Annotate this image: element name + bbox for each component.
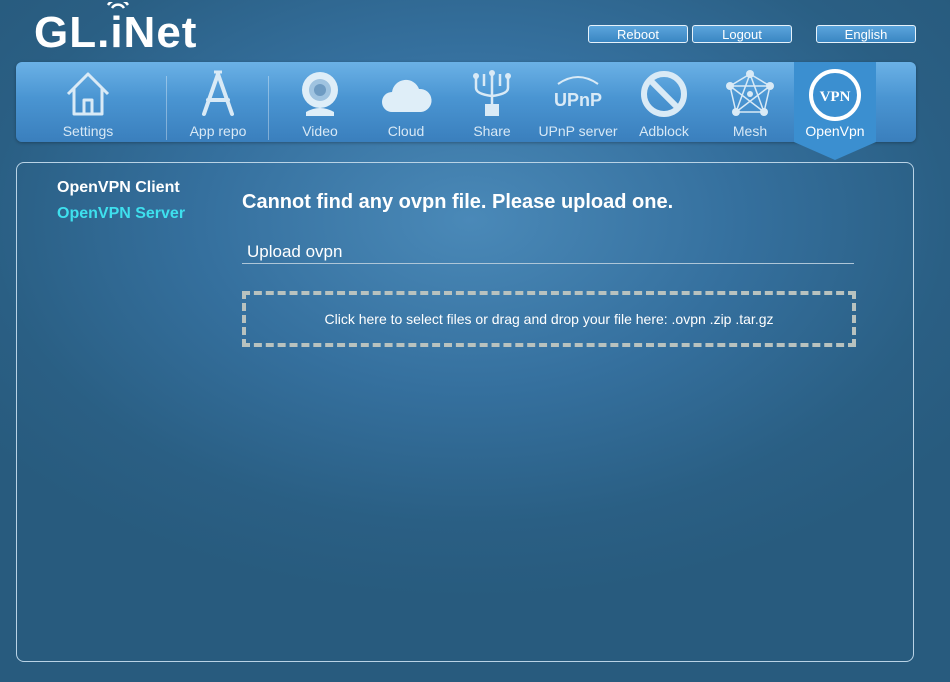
nav-label: Settings [62,123,114,139]
upload-section-title: Upload ovpn [242,242,854,264]
nav-item-settings[interactable]: Settings [42,62,134,142]
vpn-icon: VPN [809,69,861,121]
svg-text:UPnP: UPnP [554,90,602,110]
nav-item-openvpn[interactable]: VPN OpenVpn [794,62,876,142]
mesh-icon [726,70,774,116]
main-nav: Settings App repo Video Cloud Share UPnP… [16,62,916,160]
dropzone-text: Click here to select files or drag and d… [324,311,774,327]
nav-item-app-repo[interactable]: App repo [172,62,264,142]
nav-item-adblock[interactable]: Adblock [618,62,710,142]
nav-label: OpenVpn [805,123,865,139]
nav-label: Cloud [387,123,425,139]
cloud-icon [382,79,432,112]
nav-item-video[interactable]: Video [274,62,366,142]
file-dropzone[interactable]: Click here to select files or drag and d… [242,291,856,347]
no-file-message: Cannot find any ovpn file. Please upload… [242,191,674,213]
svg-text:VPN: VPN [820,89,851,105]
logo-text: GL.iNet [34,8,197,54]
nav-item-mesh[interactable]: Mesh [704,62,796,142]
language-select[interactable]: English [816,25,916,43]
gl-inet-logo: GL.iNet [34,2,197,54]
nav-divider [166,76,167,140]
sidebar-item-openvpn-server[interactable]: OpenVPN Server [57,205,185,223]
nav-label: Share [473,123,511,139]
app-repo-icon [202,70,234,116]
webcam-icon [302,72,338,116]
reboot-button[interactable]: Reboot [588,25,688,43]
nav-label: Video [302,123,338,139]
nav-label: UPnP server [538,123,618,139]
nav-item-upnp-server[interactable]: UPnP UPnP server [532,62,624,142]
sidebar-item-openvpn-client[interactable]: OpenVPN Client [57,179,180,197]
nav-label: Adblock [639,123,689,139]
nav-label: Mesh [732,123,768,139]
content-panel: OpenVPN Client OpenVPN Server Cannot fin… [16,162,914,662]
nav-item-share[interactable]: Share [446,62,538,142]
upnp-icon: UPnP [554,76,602,110]
nav-label: App repo [189,123,247,139]
nav-active-pointer [794,142,876,160]
usb-share-icon [473,70,511,116]
nav-item-cloud[interactable]: Cloud [360,62,452,142]
logout-button[interactable]: Logout [692,25,792,43]
adblock-icon [641,71,687,117]
nav-divider [268,76,269,140]
home-icon [66,72,110,116]
